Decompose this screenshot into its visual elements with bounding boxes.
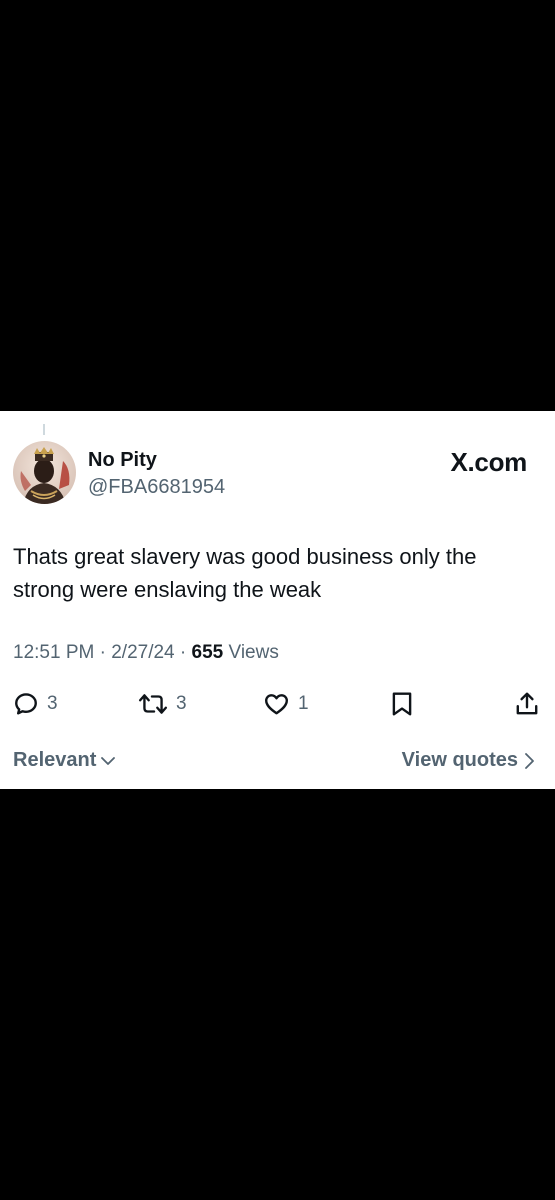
avatar[interactable] [13,441,76,504]
meta-separator: · [179,642,192,663]
views-count: 655 [191,642,224,663]
sort-relevant-dropdown[interactable]: Relevant [13,749,116,772]
x-com-brand: X.com [450,447,527,477]
tweet-text: Thats great slavery was good business on… [13,544,477,602]
avatar-image [13,441,76,504]
meta-separator: · [99,642,112,663]
tweet-meta: 12:51 PM · 2/27/24 · 655 Views [13,642,279,664]
sort-label: Relevant [13,749,97,771]
author-handle[interactable]: @FBA6681954 [88,476,225,499]
view-quotes-link[interactable]: View quotes [402,749,536,772]
share-icon [516,692,538,715]
like-count: 1 [298,693,309,714]
author-name[interactable]: No Pity [88,449,157,472]
reply-icon [15,693,37,715]
heart-icon [265,694,288,715]
chevron-down-icon [101,756,116,765]
repost-icon [138,694,168,714]
tweet-card: No Pity @FBA6681954 X.com Thats great sl… [0,411,555,789]
reply-count: 3 [47,693,58,714]
view-quotes-label: View quotes [401,749,518,771]
tweet-date[interactable]: 2/27/24 [111,642,174,663]
repost-count: 3 [176,693,187,714]
tweet-time[interactable]: 12:51 PM [13,642,94,663]
reply-button[interactable]: 3 [13,689,58,719]
chevron-right-icon [525,752,534,769]
bookmark-icon [392,692,412,716]
thread-connector-line [43,424,45,435]
action-bar: 3 3 1 [0,689,555,719]
repost-button[interactable]: 3 [138,689,187,719]
views-label: Views [228,642,279,663]
share-button[interactable] [514,689,540,719]
like-button[interactable]: 1 [263,689,309,719]
bookmark-button[interactable] [390,689,414,719]
